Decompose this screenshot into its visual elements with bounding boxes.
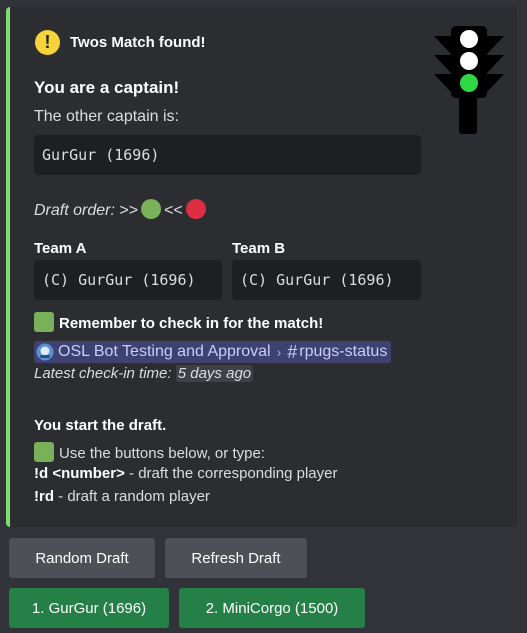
green-square-icon [34, 312, 54, 332]
checkin-timestamp[interactable]: 5 days ago [175, 365, 254, 382]
green-square-icon [34, 442, 54, 462]
draft-player-1-button[interactable]: 1. GurGur (1696) [9, 588, 169, 628]
team-b-codeblock: (C) GurGur (1696) [232, 260, 421, 300]
checkin-reminder-line: Remember to check in for the match! [34, 312, 323, 332]
other-captain-value: GurGur (1696) [42, 146, 160, 164]
other-captain-label: The other captain is: [34, 108, 179, 125]
draft-order-label: Draft order: [34, 202, 115, 219]
channel-hash-icon: # [287, 341, 298, 362]
embed-author-name: Twos Match found! [70, 34, 206, 51]
draft-heading: You start the draft. [34, 417, 167, 434]
draft-instruction-text: Use the buttons below, or type: [59, 445, 265, 462]
command-1-desc: - draft the corresponding player [124, 465, 338, 482]
command-line-2: !rd - draft a random player [34, 488, 210, 505]
traffic-light-thumbnail [434, 26, 504, 134]
command-1: !d <number> [34, 465, 125, 482]
channel-mention[interactable]: OSL Bot Testing and Approval › # rpugs-s… [34, 341, 392, 363]
embed-title: You are a captain! [34, 78, 180, 97]
team-a-value: (C) GurGur (1696) [42, 271, 196, 289]
other-captain-codeblock: GurGur (1696) [34, 135, 421, 175]
channel-server-name: OSL Bot Testing and Approval [58, 343, 271, 360]
command-line-1: !d <number> - draft the corresponding pl… [34, 465, 337, 482]
channel-name: rpugs-status [299, 343, 388, 360]
server-icon [36, 343, 54, 361]
chevron-right-icon: › [276, 344, 282, 360]
team-b-name: Team B [232, 240, 286, 257]
embed-author: ! Twos Match found! [35, 30, 206, 55]
command-2-desc: - draft a random player [54, 488, 210, 505]
team-a-codeblock: (C) GurGur (1696) [34, 260, 222, 300]
checkin-reminder-text: Remember to check in for the match! [59, 315, 324, 332]
draft-player-2-button[interactable]: 2. MiniCorgo (1500) [179, 588, 365, 628]
checkin-time-line: Latest check-in time: 5 days ago [34, 365, 254, 382]
red-circle-icon [185, 199, 206, 219]
green-circle-icon [141, 199, 162, 219]
random-draft-button[interactable]: Random Draft [9, 538, 155, 578]
command-2: !rd [34, 488, 54, 505]
team-b-value: (C) GurGur (1696) [240, 271, 394, 289]
warning-icon: ! [35, 30, 60, 55]
draft-order-sep2: << [164, 202, 183, 219]
refresh-draft-button[interactable]: Refresh Draft [165, 538, 307, 578]
team-a-name: Team A [34, 240, 87, 257]
draft-order-sep1: >> [119, 202, 139, 219]
draft-order-line: Draft order: >> << [34, 199, 209, 220]
checkin-time-label: Latest check-in time: [34, 365, 172, 382]
draft-instruction-line: Use the buttons below, or type: [34, 442, 265, 462]
match-embed: ! Twos Match found! You are a captain! T… [6, 7, 517, 527]
